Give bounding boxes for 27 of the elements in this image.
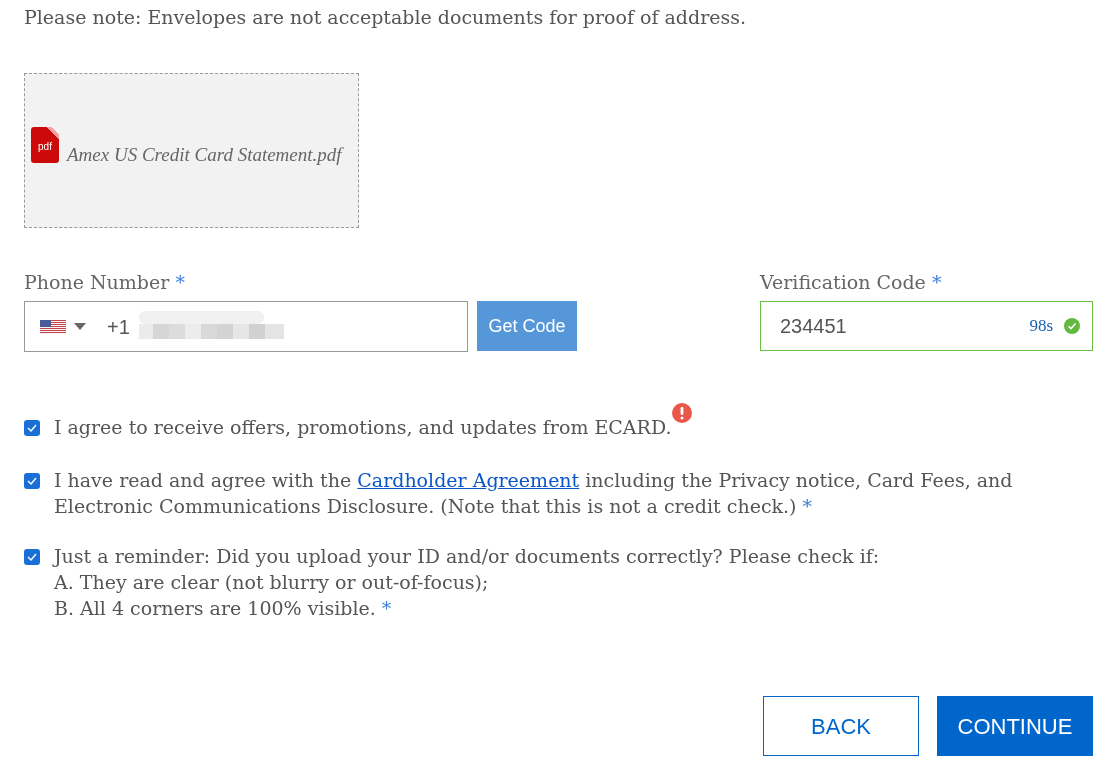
verification-code-label: Verification Code * xyxy=(760,270,943,294)
notice-text: Please note: Envelopes are not acceptable documents for proof of address. xyxy=(24,5,748,29)
cardholder-agreement-link[interactable]: Cardholder Agreement xyxy=(357,469,580,491)
agreement-text: I agree to receive offers, promotions, and updates from ECARD. xyxy=(54,415,672,440)
agreement-text: I have read and agree with the Cardholder Agreement including the Privacy notice, Card Fees, and Electronic Communications Disclosure. (Note that this is not a credit check.) * xyxy=(54,468,1014,519)
checkmark-icon xyxy=(27,424,37,432)
agreement-text: Just a reminder: Did you upload your ID and/or documents correctly? Please check if: A. They are clear (not blurry or out-of-focus); B. All 4 corners are 100% visible. * xyxy=(54,544,880,621)
checkbox[interactable] xyxy=(24,420,40,436)
check-circle-icon xyxy=(1064,318,1080,334)
back-button[interactable]: BACK xyxy=(763,696,919,756)
checkbox[interactable] xyxy=(24,473,40,489)
verification-code-value: 234451 xyxy=(780,314,848,339)
us-flag-icon xyxy=(40,319,66,334)
checkmark-icon xyxy=(27,477,37,485)
get-code-button[interactable]: Get Code xyxy=(477,301,577,351)
caret-down-icon[interactable] xyxy=(74,323,86,330)
countdown-timer: 98s xyxy=(1029,315,1053,338)
continue-button[interactable]: CONTINUE xyxy=(937,696,1093,756)
phone-number-field[interactable]: +1 xyxy=(24,301,468,352)
upload-dropzone[interactable]: pdf Amex US Credit Card Statement.pdf xyxy=(24,73,359,228)
file-type-label: pdf xyxy=(38,140,52,153)
checkmark-icon xyxy=(27,553,37,561)
checkbox[interactable] xyxy=(24,549,40,565)
file-name: Amex US Credit Card Statement.pdf xyxy=(67,143,342,167)
verification-code-field[interactable]: 234451 98s xyxy=(760,301,1093,351)
country-code: +1 xyxy=(107,314,130,340)
phone-number-label: Phone Number * xyxy=(24,270,186,294)
